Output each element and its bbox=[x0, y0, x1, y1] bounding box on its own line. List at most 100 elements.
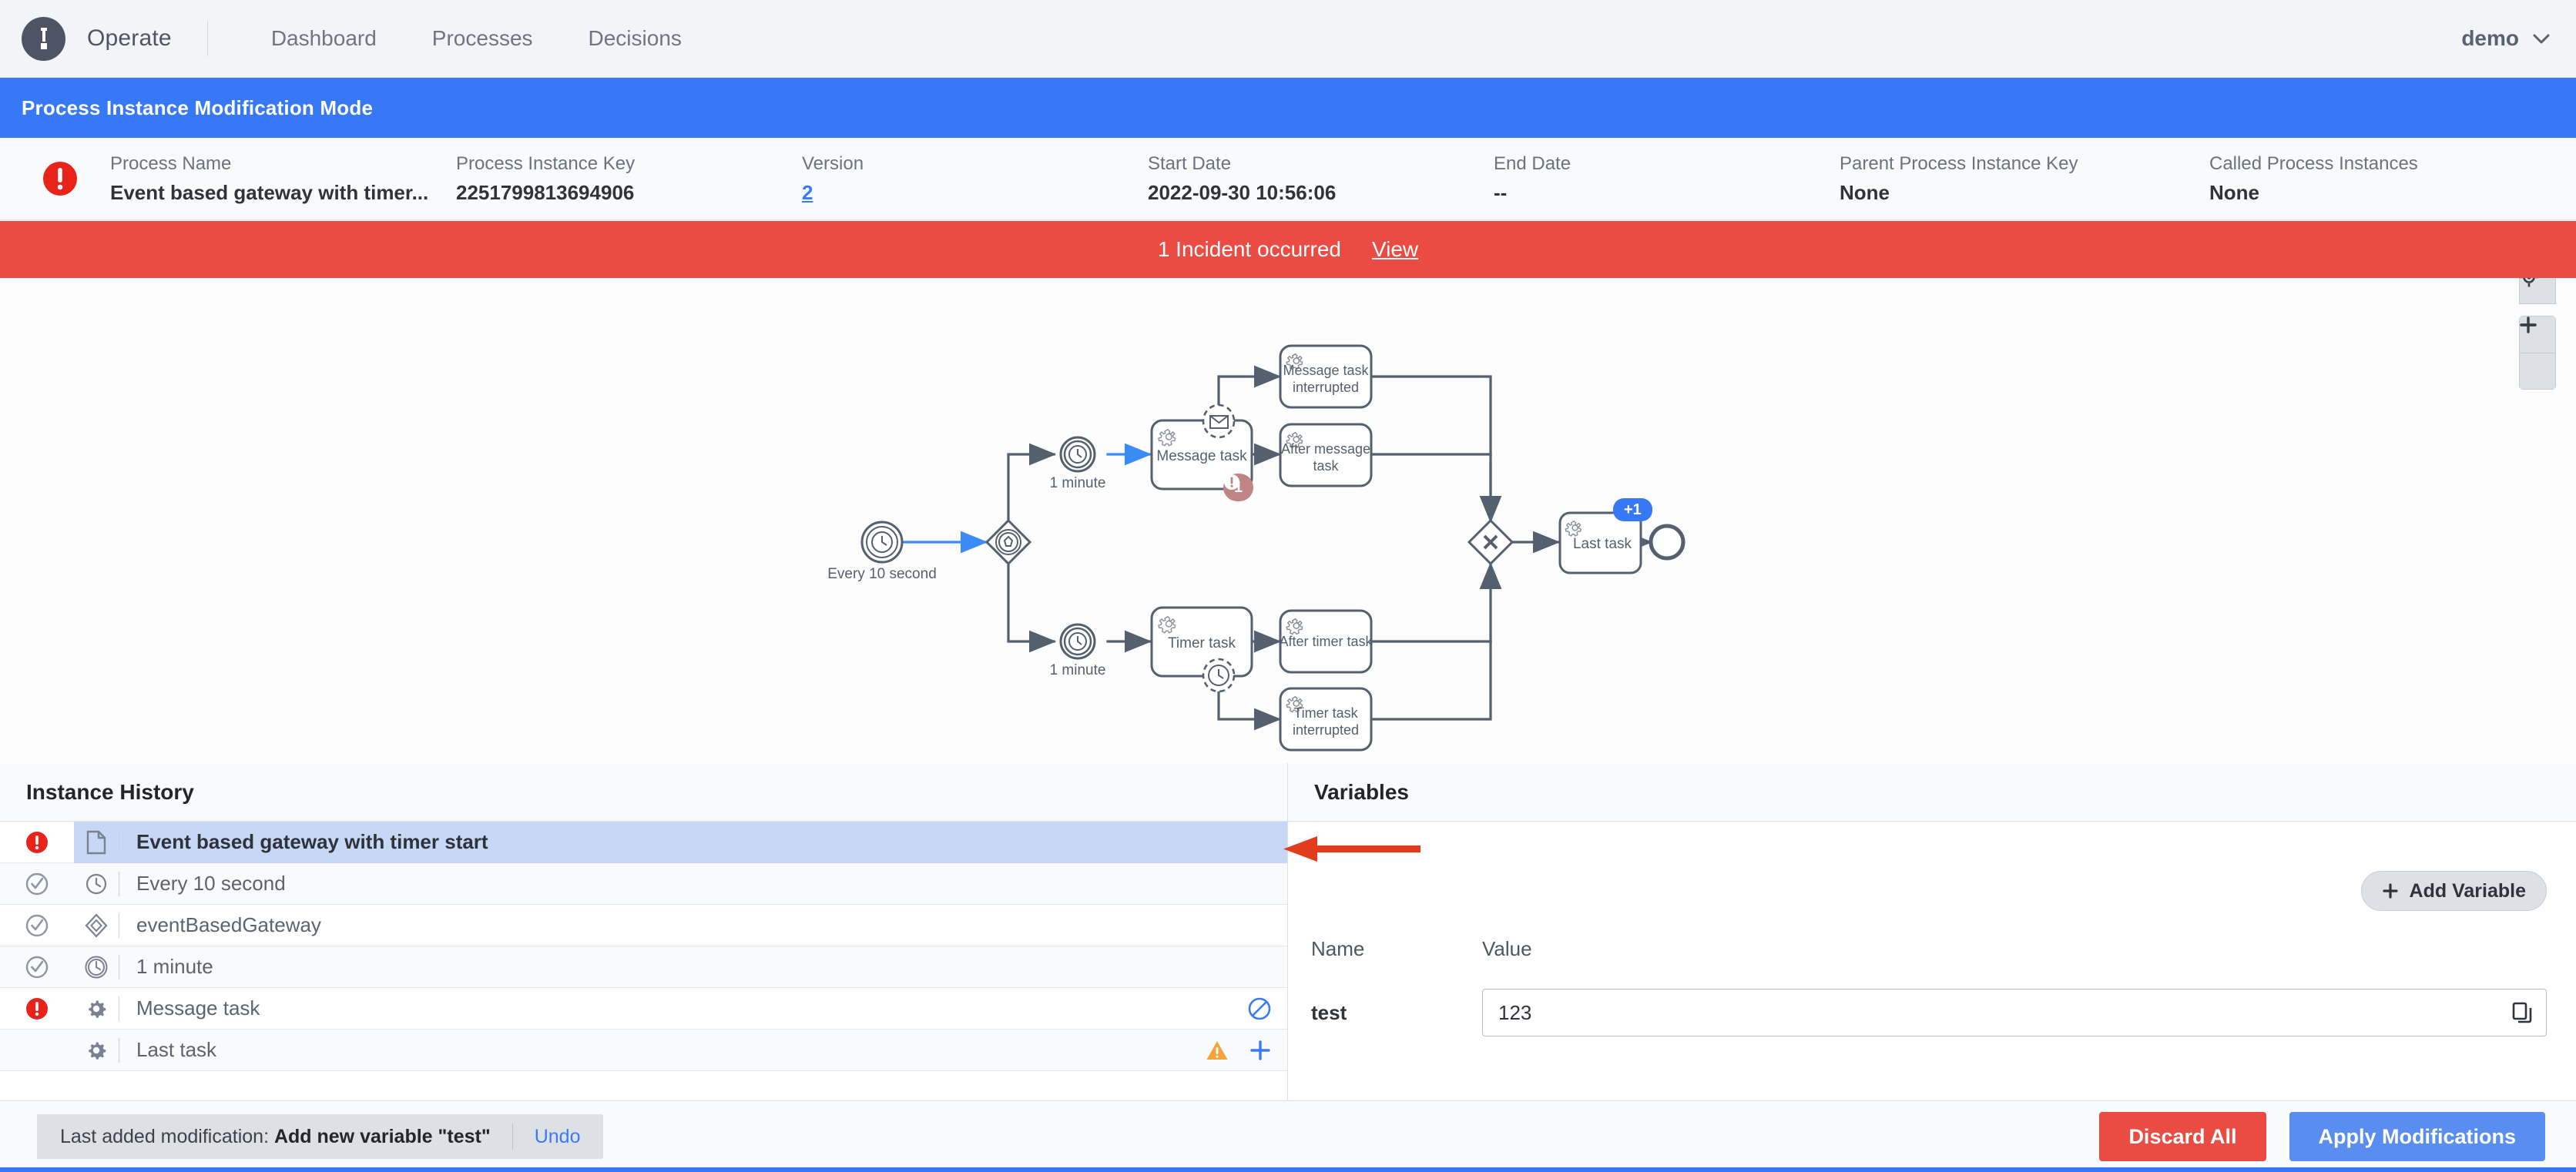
svg-text:interrupted: interrupted bbox=[1293, 380, 1359, 395]
copy-icon[interactable] bbox=[2512, 1002, 2532, 1023]
row-body: Last task bbox=[74, 1030, 1287, 1071]
cancel-token-icon[interactable] bbox=[1247, 996, 1272, 1021]
meta-value: Event based gateway with timer... bbox=[110, 181, 456, 205]
bpmn-diagram-svg: Every 10 second 1 minute bbox=[0, 278, 2576, 763]
incident-view-link[interactable]: View bbox=[1372, 237, 1418, 262]
node-event-based-gateway bbox=[987, 521, 1030, 564]
service-task-icon bbox=[74, 1040, 119, 1061]
last-modification-bar: Last added modification: Add new variabl… bbox=[37, 1114, 603, 1159]
history-row-label: Every 10 second bbox=[136, 872, 286, 896]
variables-title: Variables bbox=[1314, 780, 1409, 805]
svg-text:interrupted: interrupted bbox=[1293, 722, 1359, 738]
apply-modifications-button[interactable]: Apply Modifications bbox=[2289, 1112, 2546, 1161]
meta-value: None bbox=[1840, 181, 2209, 205]
node-message-task-interrupted: Message task interrupted bbox=[1280, 346, 1371, 407]
last-task-add-token-badge[interactable]: +1 bbox=[1613, 498, 1652, 521]
modification-mode-banner: Process Instance Modification Mode bbox=[0, 78, 2576, 138]
node-start-event: Every 10 second bbox=[827, 522, 937, 582]
history-row-1-minute[interactable]: 1 minute bbox=[0, 946, 1287, 988]
nav-link-processes[interactable]: Processes bbox=[404, 26, 561, 51]
user-menu[interactable]: demo bbox=[2461, 26, 2550, 51]
chevron-down-icon bbox=[2533, 34, 2550, 44]
variables-panel: Variables Add Variable Name Value bbox=[1288, 763, 2576, 1100]
instance-metadata-bar: Process Name Event based gateway with ti… bbox=[0, 138, 2576, 220]
add-variable-wrap: Add Variable bbox=[2361, 871, 2547, 911]
last-modification-value: Add new variable "test" bbox=[274, 1126, 491, 1147]
reset-zoom-icon[interactable] bbox=[2519, 278, 2556, 304]
instance-history-header: Instance History bbox=[0, 763, 1287, 822]
node-timer-task-interrupted: Timer task interrupted bbox=[1280, 688, 1371, 750]
user-name: demo bbox=[2461, 26, 2519, 51]
variable-row: test 123 bbox=[1288, 989, 2576, 1036]
history-row-label: Last task bbox=[136, 1038, 216, 1062]
meta-label: Start Date bbox=[1148, 153, 1494, 175]
svg-text:Last task: Last task bbox=[1573, 536, 1632, 552]
history-row-message-task[interactable]: Message task bbox=[0, 988, 1287, 1030]
row-status bbox=[0, 914, 74, 937]
svg-text:1 minute: 1 minute bbox=[1050, 662, 1106, 678]
modification-footer: Last added modification: Add new variabl… bbox=[0, 1100, 2576, 1172]
add-variable-button[interactable]: Add Variable bbox=[2361, 871, 2547, 911]
nav-link-dashboard[interactable]: Dashboard bbox=[243, 26, 404, 51]
timer-event-icon bbox=[74, 872, 119, 896]
node-after-timer-task: After timer task bbox=[1279, 611, 1373, 672]
completed-check-icon bbox=[25, 956, 49, 979]
meta-label: Called Process Instances bbox=[2209, 153, 2418, 175]
last-modification-prefix: Last added modification: bbox=[60, 1126, 269, 1147]
history-row-process-instance[interactable]: Event based gateway with timer start bbox=[0, 822, 1287, 863]
meta-label: End Date bbox=[1494, 153, 1840, 175]
node-join-gateway bbox=[1469, 521, 1512, 564]
instance-history-list: Event based gateway with timer start bbox=[0, 822, 1287, 1100]
last-modification-text: Last added modification: Add new variabl… bbox=[60, 1126, 491, 1148]
nav-link-decisions[interactable]: Decisions bbox=[561, 26, 709, 51]
variable-value-input[interactable]: 123 bbox=[1482, 989, 2547, 1036]
nav-divider bbox=[207, 21, 208, 56]
row-body: Event based gateway with timer start bbox=[74, 822, 1287, 863]
message-task-incident-badge[interactable]: 1 bbox=[1223, 474, 1253, 501]
variables-header: Variables bbox=[1288, 763, 2576, 822]
lower-panels: Instance History bbox=[0, 763, 2576, 1100]
top-navigation: Operate Dashboard Processes Decisions de… bbox=[0, 0, 2576, 78]
add-token-badge-count: +1 bbox=[1624, 501, 1642, 519]
add-token-icon[interactable] bbox=[1249, 1039, 1272, 1062]
svg-text:Message task: Message task bbox=[1283, 363, 1369, 378]
meta-field-start-date: Start Date 2022-09-30 10:56:06 bbox=[1148, 153, 1494, 205]
variable-value: 123 bbox=[1498, 1001, 1531, 1025]
incident-error-icon bbox=[25, 831, 49, 854]
zoom-out-button[interactable] bbox=[2519, 353, 2556, 390]
discard-all-button[interactable]: Discard All bbox=[2099, 1112, 2266, 1161]
variables-table: Name Value test 123 bbox=[1288, 937, 2576, 1036]
variables-body: Add Variable Name Value test 123 bbox=[1288, 822, 2576, 1100]
meta-field-called-process-instances: Called Process Instances None bbox=[2209, 153, 2418, 205]
meta-label: Process Instance Key bbox=[456, 153, 802, 175]
column-header-value: Value bbox=[1482, 937, 1532, 961]
completed-check-icon bbox=[25, 872, 49, 896]
node-last-task: Last task bbox=[1560, 513, 1641, 573]
meta-field-process-name: Process Name Event based gateway with ti… bbox=[110, 153, 456, 205]
meta-value: 2022-09-30 10:56:06 bbox=[1148, 181, 1494, 205]
brand[interactable]: Operate bbox=[22, 17, 172, 61]
incident-error-icon bbox=[25, 997, 49, 1020]
completed-check-icon bbox=[25, 914, 49, 937]
process-instance-icon bbox=[74, 830, 119, 855]
metadata-columns: Process Name Event based gateway with ti… bbox=[110, 153, 2576, 205]
history-row-last-task[interactable]: Last task bbox=[0, 1030, 1287, 1071]
row-body: eventBasedGateway bbox=[74, 905, 1287, 946]
warning-icon[interactable] bbox=[1206, 1040, 1229, 1061]
meta-field-end-date: End Date -- bbox=[1494, 153, 1840, 205]
service-task-icon bbox=[74, 998, 119, 1020]
history-row-every-10-second[interactable]: Every 10 second bbox=[0, 863, 1287, 905]
history-row-label: eventBasedGateway bbox=[136, 913, 321, 937]
row-actions bbox=[1247, 996, 1272, 1021]
node-after-message-task: After message task bbox=[1280, 424, 1371, 486]
bpmn-diagram-canvas[interactable]: Every 10 second 1 minute bbox=[0, 278, 2576, 763]
version-link[interactable]: 2 bbox=[802, 181, 1148, 205]
node-timer-bottom: 1 minute bbox=[1050, 625, 1106, 678]
meta-label: Process Name bbox=[110, 153, 456, 175]
last-modification-divider bbox=[512, 1123, 513, 1150]
history-row-event-based-gateway[interactable]: eventBasedGateway bbox=[0, 905, 1287, 946]
svg-text:1 minute: 1 minute bbox=[1050, 475, 1106, 491]
nav-links: Dashboard Processes Decisions bbox=[243, 26, 709, 51]
undo-button[interactable]: Undo bbox=[535, 1126, 581, 1148]
incident-banner: 1 Incident occurred View bbox=[0, 221, 2576, 278]
